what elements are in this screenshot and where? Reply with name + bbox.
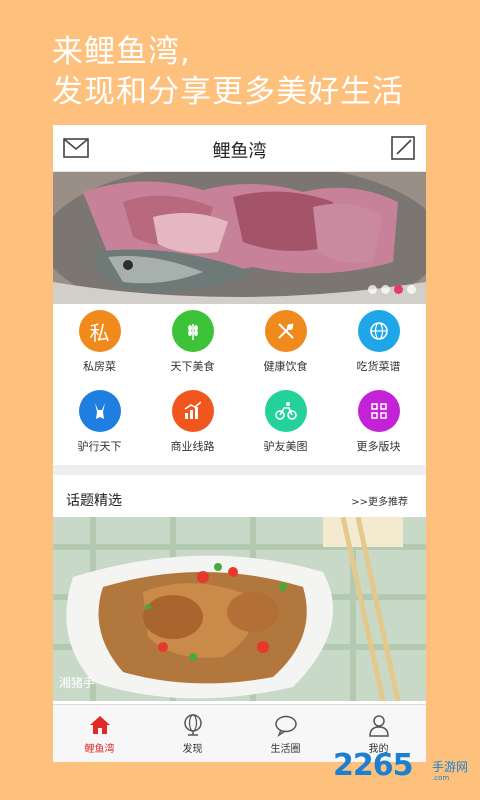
chat-bubble-icon: [273, 712, 299, 738]
category-travel[interactable]: 驴行天下: [53, 390, 146, 462]
category-more-sections[interactable]: 更多版块: [332, 390, 425, 462]
category-label: 吃货菜谱: [356, 360, 401, 373]
chart-icon: [171, 390, 214, 432]
wheat-icon: [171, 310, 214, 352]
category-foodie-recipes[interactable]: 吃货菜谱: [332, 310, 425, 382]
healthy-food-icon: [264, 310, 307, 352]
donkey-icon: [78, 390, 121, 432]
carousel-dot-active[interactable]: [394, 285, 403, 294]
carousel-dots: [368, 285, 416, 294]
topic-caption: 湘猪手: [59, 676, 96, 690]
category-label: 天下美食: [170, 360, 215, 373]
promo-text: 来鲤鱼湾, 发现和分享更多美好生活: [52, 32, 404, 112]
category-label: 私房菜: [83, 360, 116, 373]
watermark-site: 手游网: [432, 760, 469, 774]
tab-label: 发现: [182, 744, 203, 755]
tab-label: 鲤鱼湾: [84, 744, 115, 755]
watermark-logo: 2265: [333, 748, 413, 783]
banner-carousel[interactable]: [53, 172, 426, 304]
category-label: 更多版块: [356, 440, 401, 453]
bicycle-icon: [264, 390, 307, 432]
section-title: 话题精选: [66, 493, 122, 509]
page-title: 鲤鱼湾: [212, 141, 267, 162]
watermark-domain: .com: [432, 774, 450, 782]
section-divider: [53, 465, 426, 475]
more-recommend-link[interactable]: >>更多推荐: [351, 493, 408, 508]
home-icon: [87, 712, 113, 738]
category-private-kitchen[interactable]: 私 私房菜: [53, 310, 146, 382]
tab-label: 生活圈: [270, 744, 301, 755]
carousel-dot[interactable]: [381, 285, 390, 294]
tab-home[interactable]: 鲤鱼湾: [53, 705, 146, 762]
promo-line-1: 来鲤鱼湾,: [52, 34, 191, 70]
category-travel-photos[interactable]: 驴友美图: [239, 390, 332, 462]
carousel-dot[interactable]: [407, 285, 416, 294]
topic-card[interactable]: 湘猪手: [53, 517, 426, 701]
category-grid: 私 私房菜 天下美食 健康饮食 吃货菜谱 驴行天下 商业线路 驴友美图 更多版块: [53, 310, 426, 460]
carousel-dot[interactable]: [368, 285, 377, 294]
tab-life-circle[interactable]: 生活圈: [239, 705, 332, 762]
topics-header: 话题精选 >>更多推荐: [53, 475, 426, 515]
category-business-routes[interactable]: 商业线路: [146, 390, 239, 462]
private-kitchen-icon: 私: [78, 310, 121, 352]
category-label: 健康饮食: [263, 360, 308, 373]
compose-icon[interactable]: [389, 134, 417, 162]
category-world-food[interactable]: 天下美食: [146, 310, 239, 382]
globe-recipe-icon: [357, 310, 400, 352]
app-screen: 鲤鱼湾 私 私房菜 天下美食 健康饮食 吃货菜谱 驴行天下 商业线路 驴友美图 …: [53, 125, 426, 762]
category-healthy-food[interactable]: 健康饮食: [239, 310, 332, 382]
topic-image: [53, 517, 426, 701]
app-header: 鲤鱼湾: [53, 125, 426, 172]
category-label: 驴友美图: [263, 440, 308, 453]
category-label: 驴行天下: [77, 440, 122, 453]
grid-icon: [357, 390, 400, 432]
promo-line-2: 发现和分享更多美好生活: [52, 74, 404, 110]
tab-discover[interactable]: 发现: [146, 705, 239, 762]
globe-icon: [180, 712, 206, 738]
user-icon: [366, 712, 392, 738]
category-label: 商业线路: [170, 440, 215, 453]
